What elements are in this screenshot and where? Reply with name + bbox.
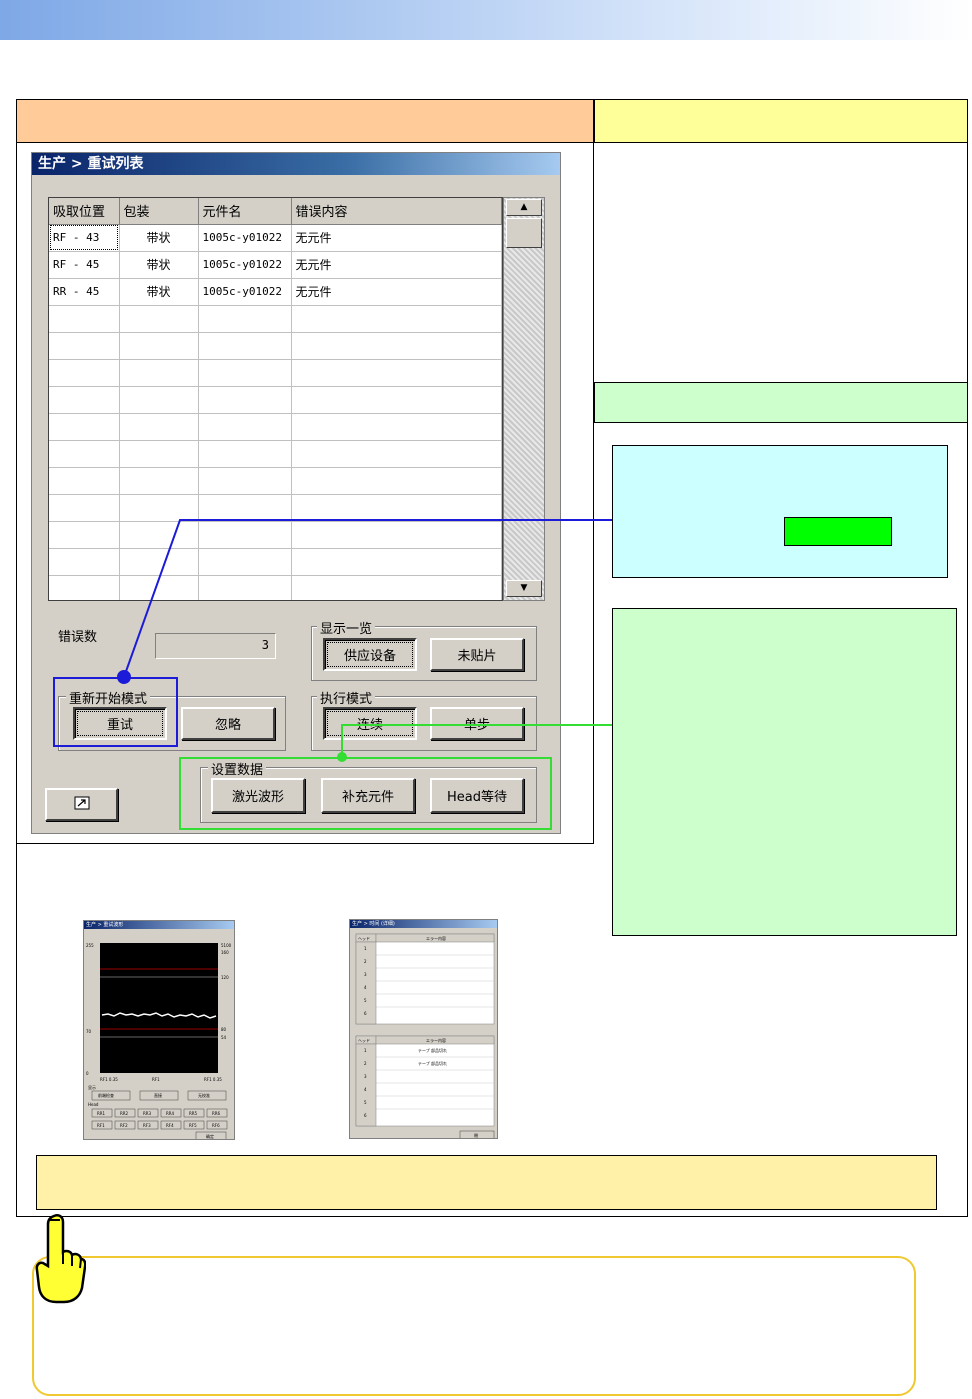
thumb1-title: 生产 > 重试波形 xyxy=(84,921,234,929)
blue-callout-dot xyxy=(117,670,131,684)
green-callout-line xyxy=(341,724,612,757)
thumb2-top-col-head: ヘッド xyxy=(358,936,370,941)
thumb1-btn1-2: 无校准 xyxy=(198,1092,210,1098)
thumb2-err-text-0: テープ 部品切れ xyxy=(418,1047,447,1053)
green-marker-chip xyxy=(784,517,892,546)
thumb1-close-btn: 确定 xyxy=(206,1133,214,1139)
thumb1-ytop: 255 xyxy=(86,943,94,948)
thumb1-xtick-2: RF1 0.35 xyxy=(204,1077,222,1082)
thumb1-rtick-2: 120 xyxy=(221,975,229,980)
blue-callout-line xyxy=(123,519,612,678)
thumb1-btn1-1: 直接 xyxy=(154,1092,162,1098)
tip-box xyxy=(32,1256,916,1396)
yellow-note-box xyxy=(36,1155,937,1210)
thumb1-btn1-0: 前端检查 xyxy=(98,1092,114,1098)
thumb1-btn2-3: RR4 xyxy=(166,1111,175,1116)
thumb1-btn3-4: RF5 xyxy=(189,1123,197,1128)
thumb1-btn3-2: RF3 xyxy=(143,1123,151,1128)
laser-waveform-thumbnail: 生产 > 重试波形 255 70 0 5100 160 120 80 54 RF… xyxy=(83,920,235,1140)
thumb2-err-text-1: テープ 部品切れ xyxy=(418,1060,447,1066)
thumb1-display-label: 显示 xyxy=(88,1085,96,1090)
thumb2-title: 生产 > 时间 (详细) xyxy=(350,920,497,928)
green-callout-dot xyxy=(337,752,347,762)
thumb1-btn3-0: RF1 xyxy=(97,1123,105,1128)
settings-description-box xyxy=(612,608,957,936)
thumb1-rtick-4: 54 xyxy=(221,1035,227,1040)
thumb1-head-label: Head xyxy=(88,1102,99,1107)
thumb1-btn2-0: RR1 xyxy=(97,1111,106,1116)
pointing-hand-icon xyxy=(35,1214,86,1304)
waveform-plot: 255 70 0 5100 160 120 80 54 RF1 0.35 RF1… xyxy=(86,943,232,1139)
head-error-tables: ヘッド エラー内容 1 2 3 4 5 6 ヘッド エラー内容 1 2 3 4 … xyxy=(355,933,495,1138)
thumb1-btn3-5: RF6 xyxy=(212,1123,220,1128)
thumb1-btn2-4: RR5 xyxy=(189,1111,198,1116)
thumb2-bottom-col-err: エラー内容 xyxy=(426,1037,446,1043)
thumb1-rtick-1: 160 xyxy=(221,950,229,955)
retry-description-box xyxy=(612,445,948,578)
thumb1-btn3-3: RF4 xyxy=(166,1123,174,1128)
thumb1-btn3-1: RF2 xyxy=(120,1123,128,1128)
head-error-detail-thumbnail: 生产 > 时间 (详细) ヘッド エラー内容 1 2 3 4 5 6 ヘッド エ… xyxy=(349,919,498,1139)
thumb1-ymid: 70 xyxy=(86,1029,92,1034)
thumb2-bottom-col-head: ヘッド xyxy=(358,1038,370,1043)
thumb1-xtick-0: RF1 0.35 xyxy=(100,1077,118,1082)
thumb2-top-col-err: エラー内容 xyxy=(426,935,446,941)
thumb1-btn2-1: RR2 xyxy=(120,1111,129,1116)
thumb2-close-btn: 閉 xyxy=(474,1133,478,1138)
thumb1-btn2-5: RR6 xyxy=(212,1111,221,1116)
thumb1-xtick-1: RF1 xyxy=(152,1077,160,1082)
thumb1-rtick-0: 5100 xyxy=(221,943,232,948)
thumb1-btn2-2: RR3 xyxy=(143,1111,152,1116)
thumb1-rtick-3: 80 xyxy=(221,1027,227,1032)
thumb1-ybottom: 0 xyxy=(86,1071,89,1076)
